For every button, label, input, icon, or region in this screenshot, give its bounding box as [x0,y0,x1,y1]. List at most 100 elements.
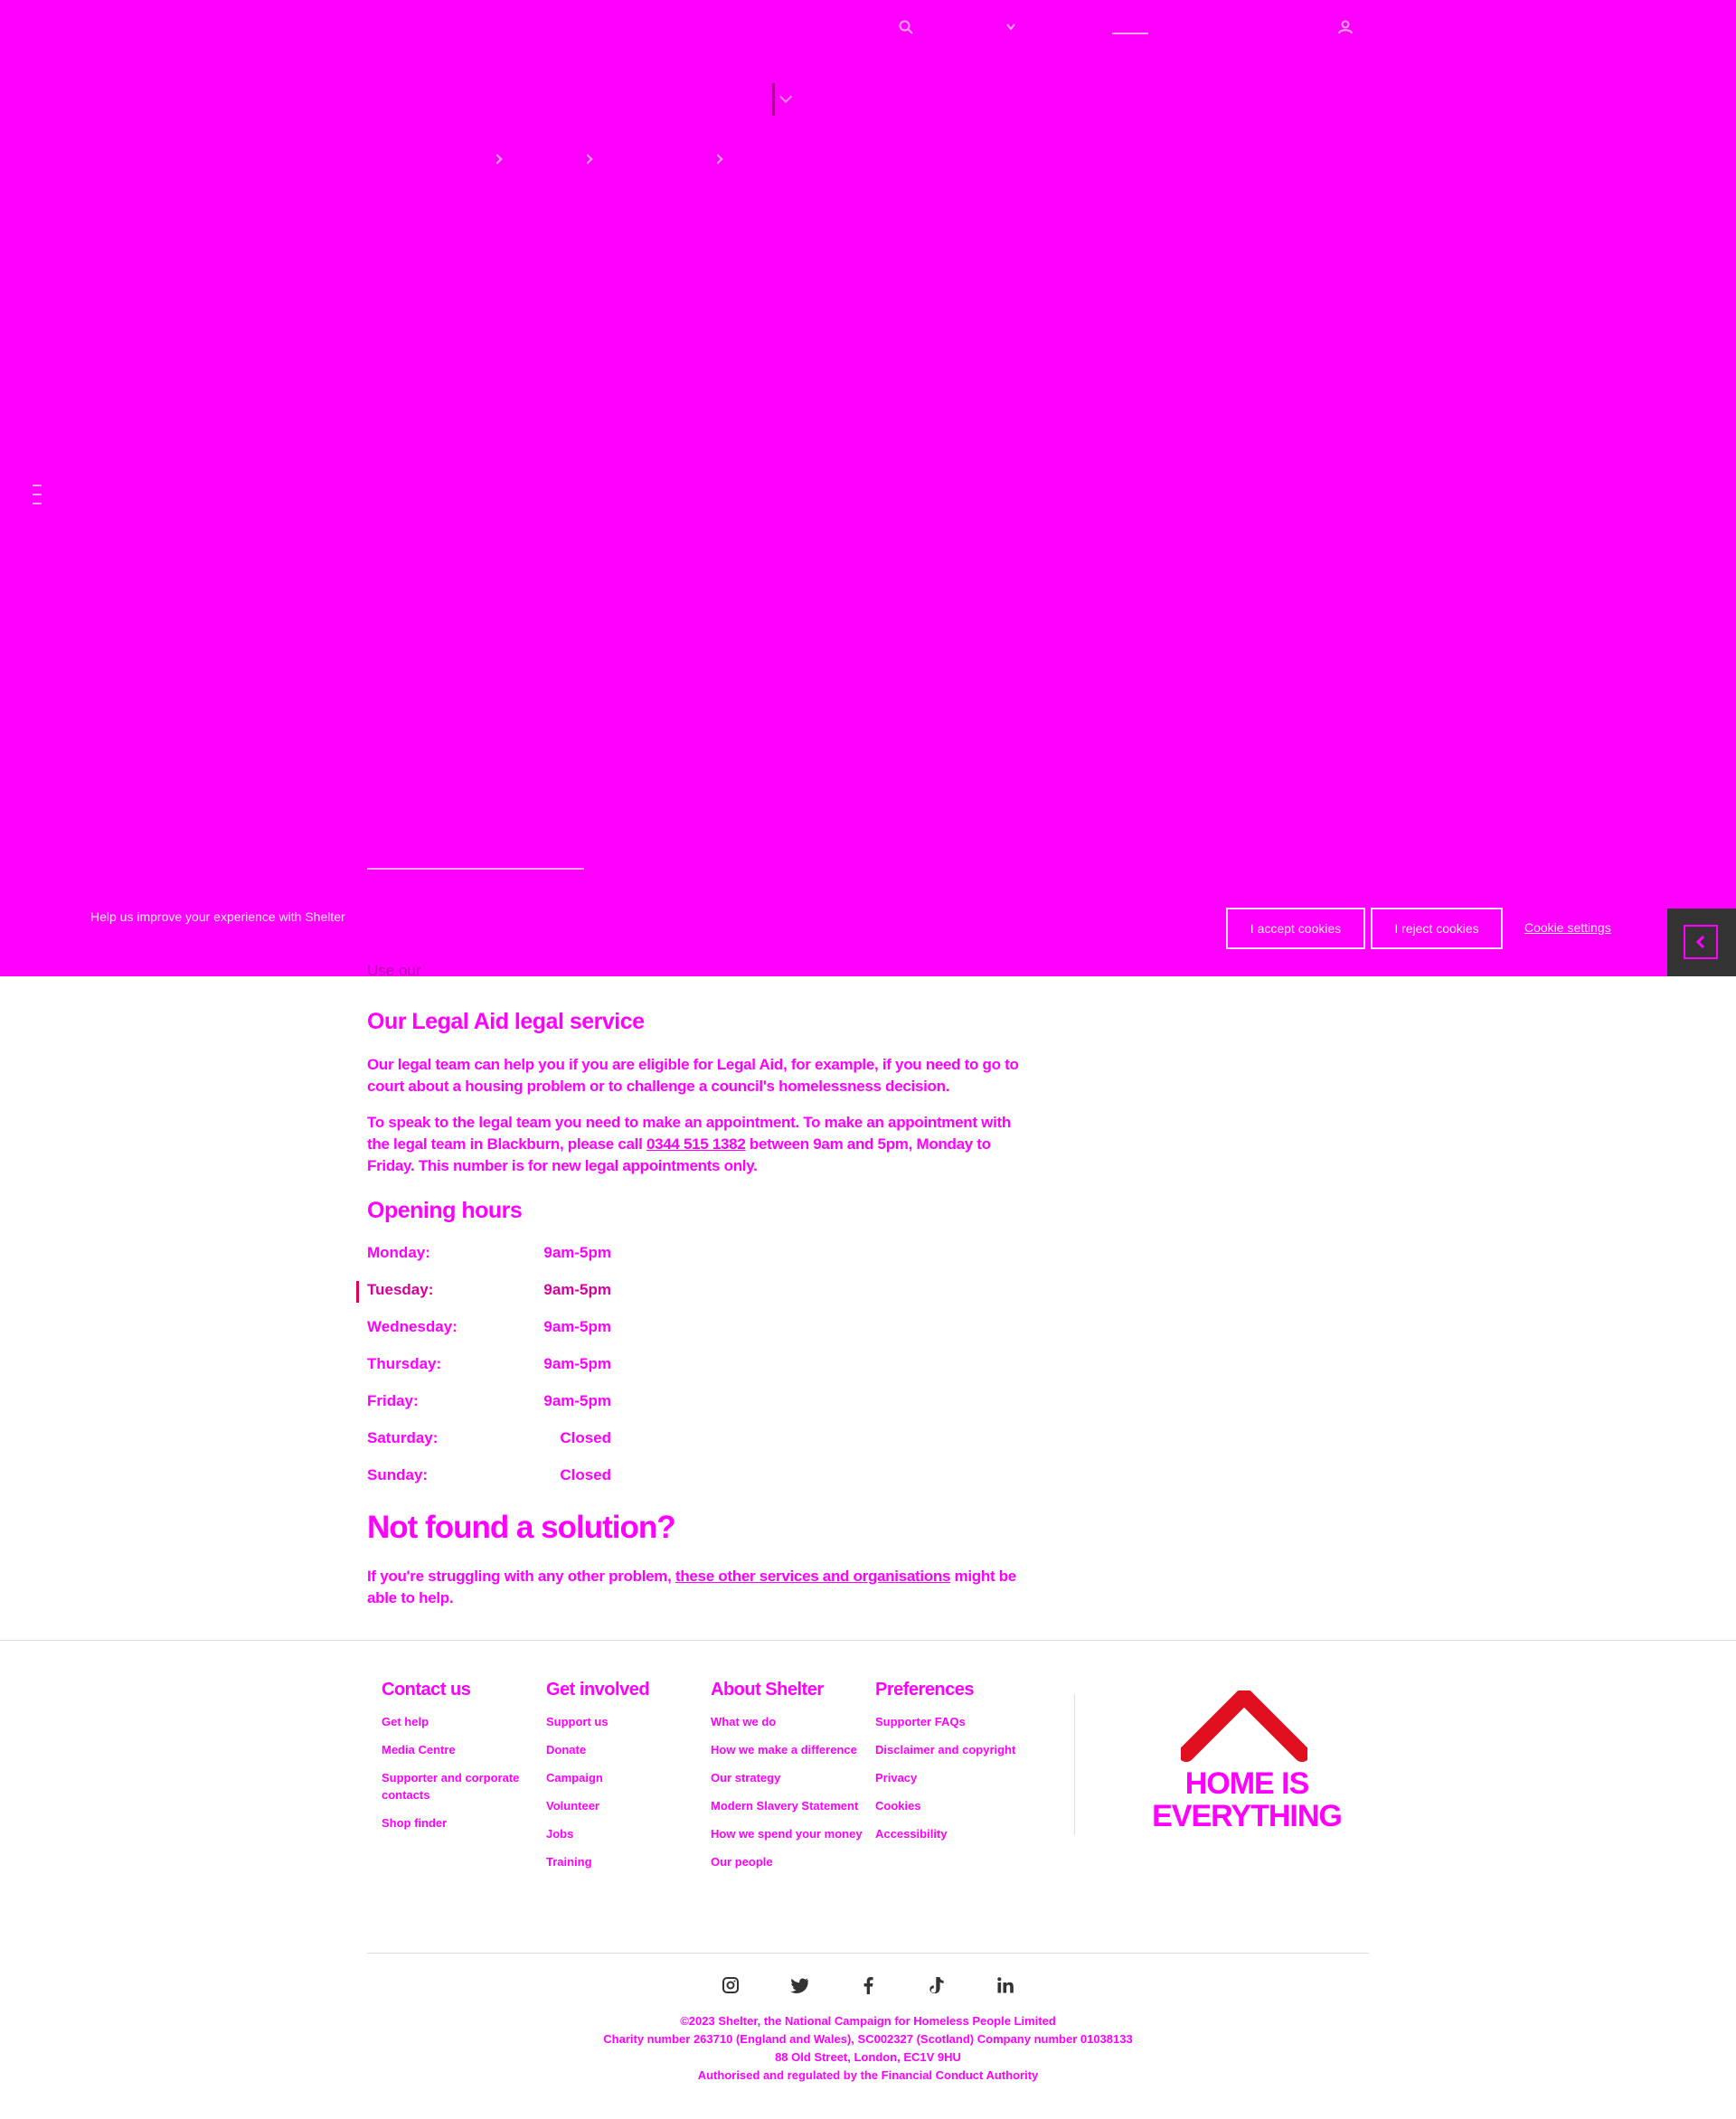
roof-icon [1181,1690,1307,1762]
footer-bottom-divider [367,1953,1369,1954]
footer-column-contact: Contact us Get help Media Centre Support… [382,1680,535,1842]
not-found-text-before: If you're struggling with any other prob… [367,1568,675,1585]
chevron-down-icon [778,89,793,104]
logo-line-2: EVERYTHING [1152,1799,1343,1833]
footer-link[interactable]: Our strategy [711,1769,864,1786]
footer-column-preferences: Preferences Supporter FAQs Disclaimer an… [875,1680,1029,1853]
legal-aid-heading: Our Legal Aid legal service [367,1009,645,1034]
hours-time: 9am-5pm [543,1392,611,1409]
appointment-phone-link[interactable]: 0344 515 1382 [646,1135,746,1153]
hours-row-saturday: Saturday: Closed [367,1429,611,1451]
opening-hours-heading: Opening hours [367,1198,523,1223]
legal-line: Charity number 263710 (England and Wales… [603,2032,1133,2046]
accept-cookies-button[interactable]: I accept cookies [1226,908,1365,949]
today-indicator [356,1281,359,1303]
side-handle-icon [33,477,45,526]
chevron-left-icon [1684,925,1718,959]
footer-column-get-involved: Get involved Support us Donate Campaign … [546,1680,700,1881]
facebook-icon[interactable] [857,1974,879,1996]
cookie-overlay [0,0,1736,976]
nav-divider [1112,33,1148,34]
use-prefix: Use our [367,962,421,979]
shelter-logo-mark[interactable] [770,83,803,118]
logo-bar [772,83,775,116]
footer-legal: ©2023 Shelter, the National Campaign for… [506,2012,1230,2085]
footer-link[interactable]: Jobs [546,1825,700,1842]
footer-heading: About Shelter [711,1680,824,1700]
collapse-panel-button[interactable] [1667,909,1736,976]
legal-line: ©2023 Shelter, the National Campaign for… [680,2014,1056,2028]
footer-link[interactable]: Media Centre [382,1741,535,1758]
not-found-heading: Not found a solution? [367,1510,676,1545]
hours-day: Monday: [367,1244,430,1261]
hours-row-tuesday: Tuesday: 9am-5pm [356,1281,611,1303]
hours-row-friday: Friday: 9am-5pm [367,1392,611,1414]
footer-link[interactable]: Donate [546,1741,700,1758]
footer-column-about: About Shelter What we do How we make a d… [711,1680,864,1881]
footer-link[interactable]: What we do [711,1713,864,1730]
chevron-down-icon[interactable] [1005,20,1016,38]
content-divider [367,868,584,870]
footer-link[interactable]: Shop finder [382,1814,535,1832]
footer-link[interactable]: How we make a difference [711,1741,864,1758]
footer-heading: Get involved [546,1680,650,1700]
hours-day: Saturday: [367,1429,439,1446]
hours-day: Wednesday: [367,1318,458,1335]
hours-time: 9am-5pm [543,1318,611,1335]
twitter-icon[interactable] [788,1974,810,1996]
footer-link[interactable]: Supporter and corporate contacts [382,1769,535,1804]
footer-link[interactable]: Our people [711,1853,864,1870]
logo-line-1: HOME IS [1184,1766,1310,1801]
hours-time: 9am-5pm [543,1281,611,1298]
instagram-icon[interactable] [720,1974,741,1996]
hours-day: Sunday: [367,1466,429,1483]
cookie-message: Help us improve your experience with She… [90,909,345,924]
appointment-paragraph: To speak to the legal team you need to m… [367,1112,1036,1177]
linkedin-icon[interactable] [995,1974,1016,1996]
legal-aid-paragraph: Our legal team can help you if you are e… [367,1056,1019,1095]
legal-line: Authorised and regulated by the Financia… [697,2068,1039,2082]
footer-vertical-divider [1074,1694,1075,1835]
footer-link[interactable]: Campaign [546,1769,700,1786]
footer-heading: Preferences [875,1680,975,1700]
hours-time: 9am-5pm [543,1355,611,1372]
hours-row-monday: Monday: 9am-5pm [367,1244,611,1266]
footer-link[interactable]: Cookies [875,1797,1029,1814]
hours-row-sunday: Sunday: Closed [367,1466,611,1488]
breadcrumb-chevron-icon [712,154,723,165]
top-navigation [886,20,1356,47]
breadcrumb-chevron-icon [582,154,593,165]
footer-divider [0,1640,1736,1641]
hours-time: Closed [560,1466,611,1483]
footer-link[interactable]: Get help [382,1713,535,1730]
other-services-link[interactable]: these other services and organisations [675,1568,950,1585]
footer-link[interactable]: Support us [546,1713,700,1730]
footer-link[interactable]: How we spend your money [711,1825,864,1842]
footer-link[interactable]: Supporter FAQs [875,1713,1029,1730]
footer-link[interactable]: Disclaimer and copyright [875,1741,1029,1758]
breadcrumb [389,154,841,174]
footer-link[interactable]: Training [546,1853,700,1870]
not-found-paragraph: If you're struggling with any other prob… [367,1566,1036,1609]
cookie-settings-link[interactable]: Cookie settings [1524,920,1611,935]
use-our-line: Use our [367,962,421,980]
footer-link[interactable]: Accessibility [875,1825,1029,1842]
hours-row-wednesday: Wednesday: 9am-5pm [367,1318,611,1340]
hours-row-thursday: Thursday: 9am-5pm [367,1355,611,1377]
footer-link[interactable]: Privacy [875,1769,1029,1786]
reject-cookies-button[interactable]: I reject cookies [1371,908,1503,949]
hours-time: 9am-5pm [543,1244,611,1261]
hours-day: Thursday: [367,1355,442,1372]
user-icon[interactable] [1338,20,1353,38]
breadcrumb-chevron-icon [492,154,503,165]
hours-day: Tuesday: [367,1281,434,1298]
hours-day: Friday: [367,1392,419,1409]
footer-link[interactable]: Modern Slavery Statement [711,1797,864,1814]
home-is-everything-logo[interactable]: HOME IS EVERYTHING [1134,1690,1360,1835]
hours-time: Closed [560,1429,611,1446]
footer-link[interactable]: Volunteer [546,1797,700,1814]
footer-heading: Contact us [382,1680,471,1700]
search-icon[interactable] [899,20,913,38]
legal-line: 88 Old Street, London, EC1V 9HU [775,2050,961,2064]
tiktok-icon[interactable] [926,1974,948,1996]
